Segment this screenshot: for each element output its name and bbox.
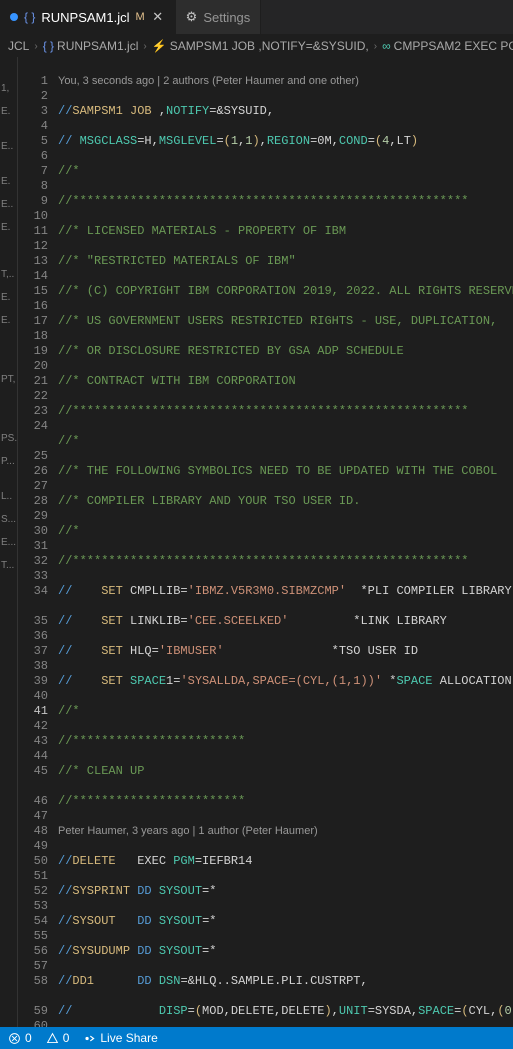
tabs-bar: { } RUNPSAM1.jcl M ✕ ⚙ Settings xyxy=(0,0,513,35)
jcl-file-icon: { } xyxy=(43,39,54,53)
loop-icon: ∞ xyxy=(382,39,391,53)
status-errors[interactable]: 0 xyxy=(8,1031,32,1045)
status-bar: 0 0 Live Share xyxy=(0,1027,513,1049)
gear-icon: ⚙ xyxy=(186,9,198,25)
warning-icon xyxy=(46,1032,59,1045)
active-indicator-icon xyxy=(10,13,18,21)
code-editor[interactable]: 12345678910 11121314151617181920 2122232… xyxy=(18,57,513,1027)
tab-runpsam1[interactable]: { } RUNPSAM1.jcl M ✕ xyxy=(0,0,176,34)
chevron-right-icon: › xyxy=(143,41,146,52)
breadcrumb[interactable]: JCL › { } RUNPSAM1.jcl › ⚡ SAMPSM1 JOB ,… xyxy=(0,35,513,57)
breadcrumb-seg[interactable]: CMPPSAM2 EXEC PGM= xyxy=(394,39,513,53)
status-warnings[interactable]: 0 xyxy=(46,1031,70,1045)
jcl-file-icon: { } xyxy=(24,10,35,24)
modified-indicator: M xyxy=(135,11,144,23)
tab-label: Settings xyxy=(203,10,250,25)
breadcrumb-seg[interactable]: SAMPSM1 JOB ,NOTIFY=&SYSUID, xyxy=(170,39,369,53)
codelens[interactable]: You, 3 seconds ago | 2 authors (Peter Ha… xyxy=(58,74,513,89)
breadcrumb-seg[interactable]: RUNPSAM1.jcl xyxy=(57,39,138,53)
breadcrumb-seg[interactable]: JCL xyxy=(8,39,29,53)
editor-left-edge: 1,E. E..E. E..E. T,..E. E. PT, PS.. P...… xyxy=(0,57,18,1027)
codelens[interactable]: Peter Haumer, 3 years ago | 1 author (Pe… xyxy=(58,824,513,839)
bolt-icon: ⚡ xyxy=(152,39,167,53)
tab-settings[interactable]: ⚙ Settings xyxy=(176,0,262,34)
code-content[interactable]: You, 3 seconds ago | 2 authors (Peter Ha… xyxy=(58,57,513,1027)
close-icon[interactable]: ✕ xyxy=(151,10,165,24)
chevron-right-icon: › xyxy=(34,41,37,52)
liveshare-icon xyxy=(83,1032,96,1045)
status-liveshare[interactable]: Live Share xyxy=(83,1031,157,1045)
tab-label: RUNPSAM1.jcl xyxy=(41,10,129,25)
line-gutter: 12345678910 11121314151617181920 2122232… xyxy=(18,57,58,1027)
error-icon xyxy=(8,1032,21,1045)
chevron-right-icon: › xyxy=(374,41,377,52)
